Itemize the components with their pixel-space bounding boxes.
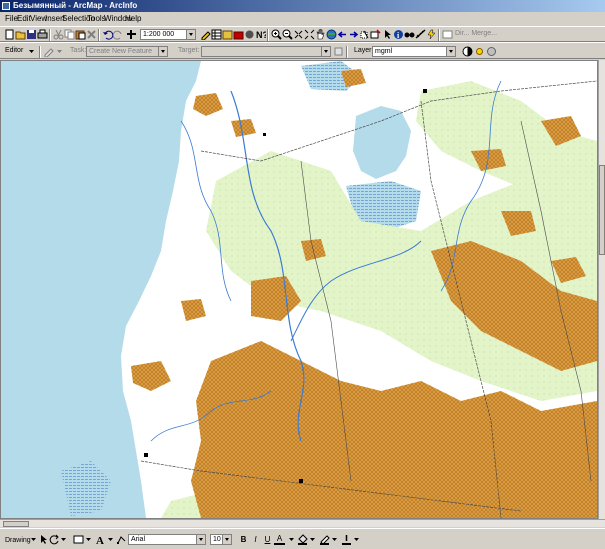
chevron-down-icon[interactable] <box>307 534 318 545</box>
settlement-marker <box>299 479 303 483</box>
menu-help[interactable]: Help <box>125 14 141 23</box>
redo-icon[interactable] <box>113 29 124 40</box>
chevron-down-icon[interactable] <box>446 47 455 56</box>
title-bar: Безымянный - ArcMap - ArcInfo <box>0 0 605 12</box>
edit-tool-dropdown[interactable] <box>54 46 65 57</box>
model-builder-icon[interactable] <box>244 29 255 40</box>
layer-label: Layer: <box>354 47 374 54</box>
vertical-scrollbar[interactable] <box>598 60 605 519</box>
menu-bar: File Edit View Insert Selection Tools Wi… <box>0 12 605 25</box>
dock-icon[interactable] <box>442 29 453 40</box>
select-features-icon[interactable] <box>359 29 370 40</box>
select-arrow-icon[interactable] <box>382 29 393 40</box>
add-data-icon[interactable] <box>126 29 137 40</box>
go-forward-icon[interactable] <box>348 29 359 40</box>
settlement-marker <box>144 453 148 457</box>
editor-toolbar: Editor Task: Create New Feature Target: … <box>0 42 605 59</box>
zoom-in-icon[interactable] <box>271 29 282 40</box>
chevron-down-icon[interactable] <box>158 47 167 56</box>
arctoolbox-icon[interactable] <box>233 29 244 40</box>
editor-menu[interactable]: Editor <box>5 47 23 54</box>
font-select[interactable]: Arial <box>128 534 206 545</box>
brightness-icon[interactable] <box>474 46 485 57</box>
find-icon[interactable] <box>404 29 415 40</box>
settlement-marker <box>423 89 427 93</box>
target-label: Target: <box>178 47 200 54</box>
hyperlink-icon[interactable] <box>426 29 437 40</box>
identify-icon[interactable]: i <box>393 29 404 40</box>
attributes-icon[interactable] <box>333 46 344 57</box>
chevron-down-icon[interactable] <box>105 534 116 545</box>
open-icon[interactable] <box>15 29 26 40</box>
cut-icon[interactable] <box>53 29 64 40</box>
font-size-select[interactable]: 10 <box>210 534 232 545</box>
font-color-button[interactable]: A <box>274 534 285 545</box>
table-icon[interactable] <box>211 29 222 40</box>
bold-button[interactable]: B <box>238 534 249 545</box>
new-icon[interactable] <box>4 29 15 40</box>
chevron-down-icon[interactable] <box>83 534 94 545</box>
task-select[interactable]: Create New Feature <box>86 46 168 57</box>
task-label: Task: <box>70 47 87 54</box>
chevron-down-icon[interactable] <box>321 47 330 56</box>
zoom-out-icon[interactable] <box>282 29 293 40</box>
print-icon[interactable] <box>37 29 48 40</box>
menu-tools[interactable]: Tools <box>87 14 106 23</box>
standard-toolbar: 1:200 000 N? i Dir... Merge... <box>0 26 605 42</box>
chevron-down-icon[interactable] <box>186 30 195 39</box>
dock-toolbar-label: Dir... Merge... <box>455 30 498 37</box>
delete-icon[interactable] <box>86 29 97 40</box>
chevron-down-icon[interactable] <box>222 535 231 544</box>
drawing-toolbar: Drawing A Arial 10 B I U A <box>0 528 605 549</box>
chevron-down-icon[interactable] <box>196 535 205 544</box>
fixed-zoom-in-icon[interactable] <box>293 29 304 40</box>
chevron-down-icon[interactable] <box>351 534 362 545</box>
window-title: Безымянный - ArcMap - ArcInfo <box>13 1 138 10</box>
help-icon[interactable]: N? <box>255 29 266 40</box>
underline-button[interactable]: U <box>262 534 273 545</box>
editor-toolbar-icon[interactable] <box>200 29 211 40</box>
settlement-marker <box>263 133 266 136</box>
paste-icon[interactable] <box>75 29 86 40</box>
scroll-thumb[interactable] <box>599 165 605 255</box>
sketch-icon[interactable] <box>43 46 54 57</box>
chevron-down-icon[interactable] <box>329 534 340 545</box>
layer-select[interactable]: mgml <box>372 46 456 57</box>
transparency-icon[interactable] <box>486 46 497 57</box>
full-extent-icon[interactable] <box>326 29 337 40</box>
select-arrow-icon[interactable] <box>38 534 49 545</box>
measure-icon[interactable] <box>415 29 426 40</box>
menu-edit[interactable]: Edit <box>17 14 31 23</box>
chevron-down-icon[interactable] <box>286 534 297 545</box>
target-select[interactable] <box>201 46 331 57</box>
svg-text:N?: N? <box>256 30 266 40</box>
chevron-down-icon[interactable] <box>26 46 37 57</box>
fixed-zoom-out-icon[interactable] <box>304 29 315 40</box>
arcmap-app-icon <box>2 2 10 10</box>
save-icon[interactable] <box>26 29 37 40</box>
italic-button[interactable]: I <box>250 534 261 545</box>
horizontal-scrollbar[interactable] <box>0 519 605 527</box>
undo-icon[interactable] <box>102 29 113 40</box>
pan-icon[interactable] <box>315 29 326 40</box>
map-scale-select[interactable]: 1:200 000 <box>140 29 196 40</box>
svg-text:A: A <box>96 535 104 545</box>
map-display[interactable] <box>0 60 598 519</box>
scroll-thumb[interactable] <box>3 521 29 527</box>
menu-file[interactable]: File <box>5 14 18 23</box>
map-canvas <box>1 61 597 518</box>
contrast-icon[interactable] <box>462 46 473 57</box>
catalog-icon[interactable] <box>222 29 233 40</box>
copy-icon[interactable] <box>64 29 75 40</box>
chevron-down-icon[interactable] <box>58 534 69 545</box>
edit-vertices-icon[interactable] <box>116 534 127 545</box>
clear-selection-icon[interactable] <box>370 29 381 40</box>
go-back-icon[interactable] <box>337 29 348 40</box>
drawing-menu[interactable]: Drawing <box>5 537 31 544</box>
